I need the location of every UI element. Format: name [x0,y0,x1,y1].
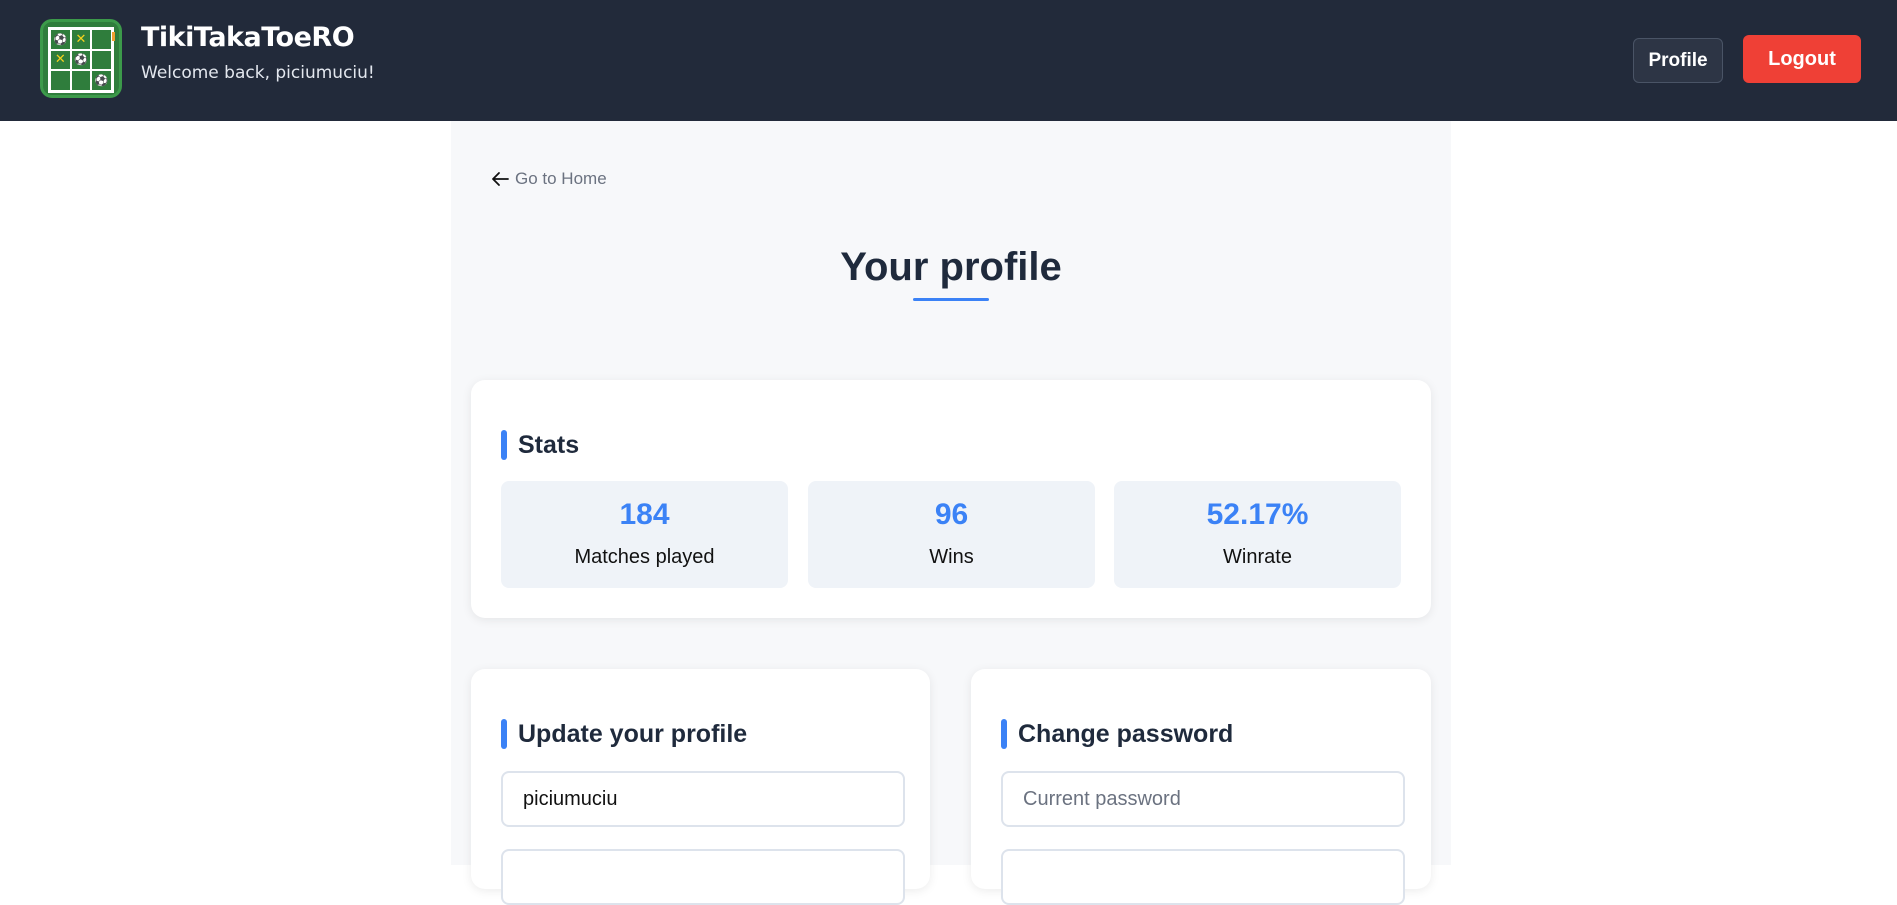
update-profile-heading-label: Update your profile [518,719,748,748]
arrow-left-icon [492,172,509,186]
logo-accent-mark [112,32,115,41]
profile-button[interactable]: Profile [1633,38,1723,83]
logo-cell: ⚽ [70,49,92,71]
app-title: TikiTakaToeRO [141,22,355,53]
new-password-input[interactable] [1001,849,1405,905]
stat-value: 52.17% [1206,498,1309,531]
logo-cell [91,49,112,71]
logout-button[interactable]: Logout [1743,35,1861,83]
stats-heading-label: Stats [518,430,580,459]
go-to-home-label: Go to Home [515,169,607,188]
app-logo[interactable]: ⚽ ✕ ✕ ⚽ ⚽ [40,19,122,98]
go-to-home-link[interactable]: Go to Home [491,169,607,189]
stat-value: 96 [934,498,969,531]
change-password-heading-label: Change password [1018,719,1234,748]
heading-accent-bar [501,430,507,460]
title-underline [913,298,989,301]
top-navbar: ⚽ ✕ ✕ ⚽ ⚽ TikiTakaToeRO Welcome back, pi… [0,0,1897,121]
update-profile-card: Update your profile [471,669,930,905]
username-input[interactable] [501,771,905,827]
logo-cell: ✕ [70,29,92,50]
profile-second-input[interactable] [501,849,905,905]
stat-value: 184 [619,498,670,531]
logo-cell [70,70,92,91]
stat-caption: Matches played [574,546,715,568]
logo-cell: ⚽ [91,70,112,91]
profile-page: Go to Home Your profile Stats 184 Matche… [451,121,1451,905]
stat-caption: Winrate [1223,546,1292,568]
page-title: Your profile [840,245,1062,289]
stat-matches-played: 184 Matches played [501,481,788,588]
logo-cell: ⚽ [50,29,71,50]
stats-heading: Stats [501,430,579,460]
stat-wins: 96 Wins [808,481,1095,588]
stat-caption: Wins [929,546,974,568]
stats-card: Stats 184 Matches played 96 Wins 52.17% … [471,380,1431,618]
welcome-message: Welcome back, piciumuciu! [141,63,375,83]
logo-cell [50,70,71,91]
logo-cell: ✕ [50,49,71,71]
update-profile-heading: Update your profile [501,719,747,749]
heading-accent-bar [1001,719,1007,749]
logo-cell [91,29,112,50]
heading-accent-bar [501,719,507,749]
change-password-heading: Change password [1001,719,1233,749]
logo-tic-tac-toe-grid: ⚽ ✕ ✕ ⚽ ⚽ [48,27,114,93]
change-password-card: Change password [971,669,1431,905]
current-password-input[interactable] [1001,771,1405,827]
stat-winrate: 52.17% Winrate [1114,481,1401,588]
